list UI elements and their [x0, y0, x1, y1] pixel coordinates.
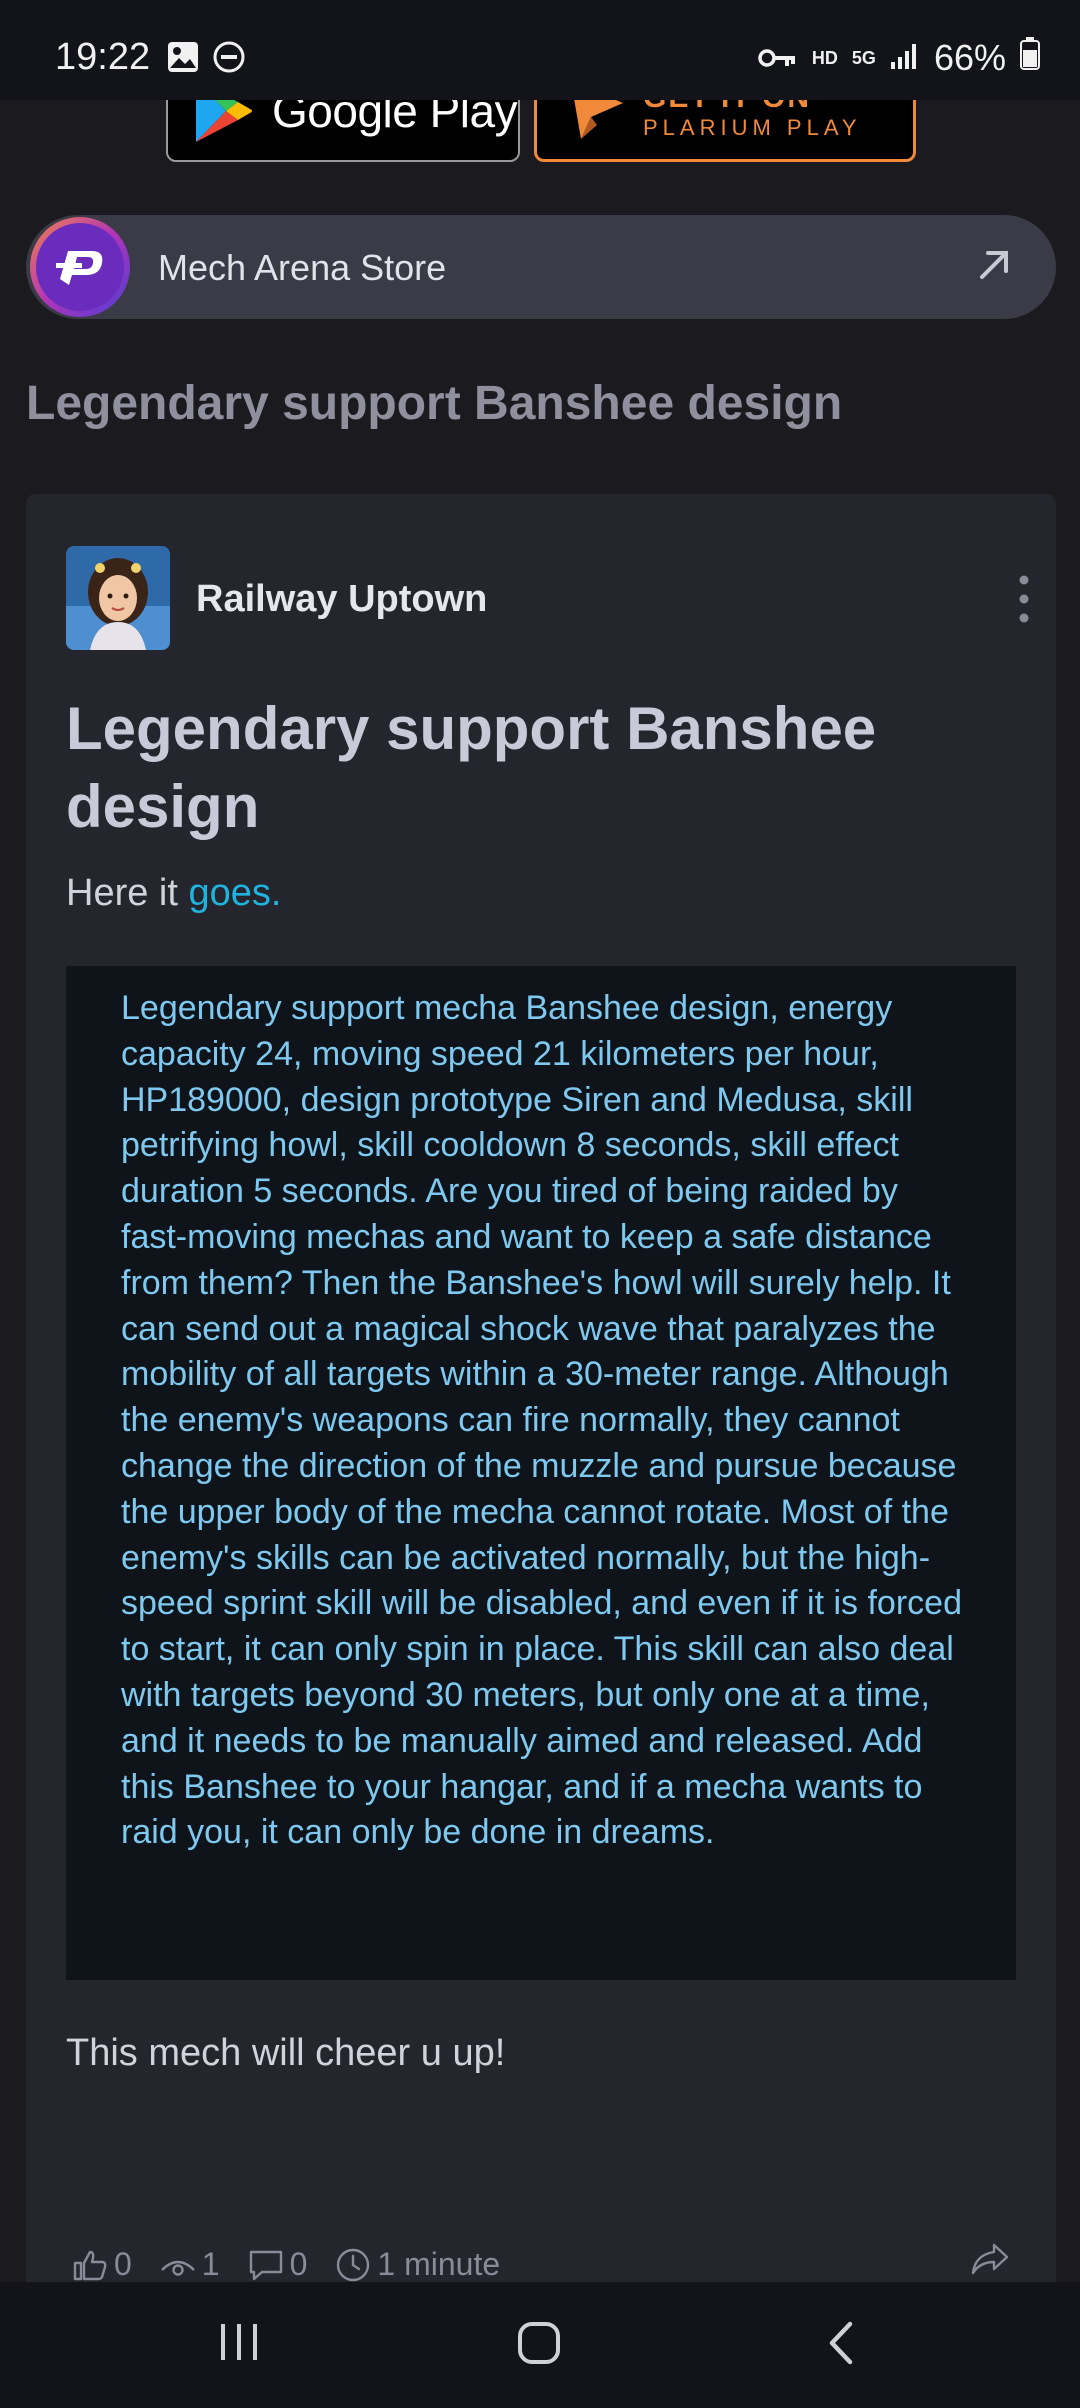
clock-icon — [335, 2247, 371, 2283]
like-stat[interactable]: 0 — [72, 2246, 132, 2283]
network-5g-indicator: 5G — [851, 47, 876, 68]
post-title: Legendary support Banshee design — [66, 695, 877, 840]
eye-icon — [160, 2250, 196, 2280]
quote-block: Legendary support mecha Banshee design, … — [66, 966, 1016, 1980]
status-bar: 19:22 HD 5G 66% — [0, 0, 1080, 100]
author-name[interactable]: Railway Uptown — [196, 578, 487, 621]
vpn-key-icon — [758, 37, 798, 79]
intro-text: Here it — [66, 872, 189, 914]
more-options-icon[interactable] — [1018, 574, 1030, 624]
external-arrow-icon — [972, 243, 1016, 292]
plarium-play-label: PLARIUM PLAY — [643, 115, 862, 140]
hd-indicator: HD — [811, 47, 838, 68]
quote-text: Legendary support mecha Banshee design, … — [121, 989, 962, 1852]
back-icon[interactable] — [822, 2320, 862, 2371]
time-stat: 1 minute — [335, 2246, 500, 2283]
thumbs-up-icon — [72, 2248, 108, 2282]
store-label: Mech Arena Store — [158, 247, 447, 288]
view-count: 1 — [201, 2246, 220, 2282]
store-logo-icon — [30, 217, 130, 317]
like-count: 0 — [114, 2246, 132, 2282]
image-notification-icon — [166, 40, 200, 79]
signal-icon — [890, 37, 920, 79]
home-icon[interactable] — [516, 2320, 562, 2371]
page-title: Legendary support Banshee design — [26, 377, 843, 430]
comment-count: 0 — [289, 2246, 308, 2282]
battery-icon — [1020, 36, 1040, 79]
recent-apps-icon[interactable] — [218, 2320, 260, 2369]
post-stats: 0 1 0 1 minute — [72, 2246, 528, 2283]
navigation-bar — [0, 2282, 1080, 2408]
share-icon[interactable] — [970, 2242, 1010, 2281]
post-card: Railway Uptown Legendary support Banshee… — [26, 494, 1056, 2294]
do-not-disturb-icon — [212, 40, 246, 79]
views-stat: 1 — [160, 2246, 220, 2283]
intro-link[interactable]: goes. — [188, 872, 281, 914]
post-closing: This mech will cheer u up! — [66, 2032, 506, 2074]
battery-percent: 66% — [933, 36, 1006, 78]
comments-stat[interactable]: 0 — [248, 2246, 308, 2283]
post-age: 1 minute — [377, 2246, 501, 2282]
store-link[interactable]: Mech Arena Store — [26, 215, 1056, 319]
author-avatar[interactable] — [66, 546, 170, 650]
post-intro: Here it goes. — [66, 872, 281, 915]
status-indicators: HD 5G 66% — [758, 36, 1040, 79]
status-time: 19:22 — [55, 36, 151, 78]
comment-icon — [248, 2249, 284, 2281]
